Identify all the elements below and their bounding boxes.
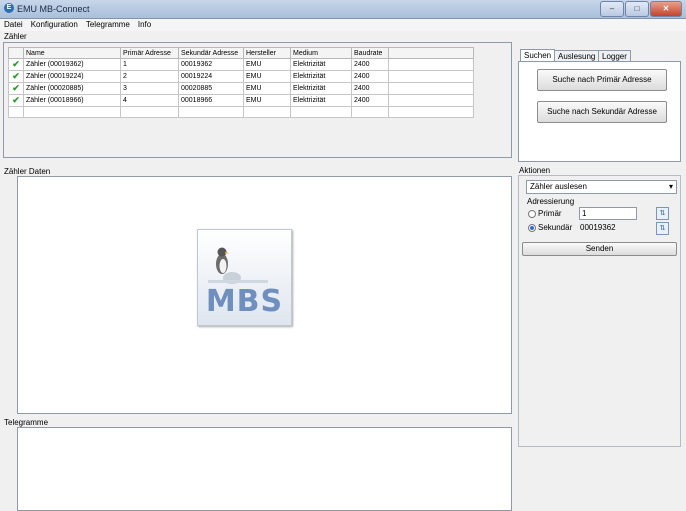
meters-table: Name Primär Adresse Sekundär Adresse Her… [8, 47, 474, 118]
close-button[interactable]: ✕ [650, 1, 682, 17]
cell-name: Zähler (00018966) [23, 94, 121, 107]
dropdown-arrow-icon: ▾ [668, 182, 673, 191]
mbs-logo: MBS [197, 229, 292, 326]
cell-medium: Elektrizität [290, 82, 352, 95]
primary-address-field[interactable]: 1 [579, 207, 637, 220]
meters-panel: Name Primär Adresse Sekundär Adresse Her… [3, 42, 512, 158]
table-row-empty[interactable] [8, 106, 474, 118]
column-header-baudrate[interactable]: Baudrate [351, 47, 389, 59]
menu-info[interactable]: Info [134, 19, 155, 31]
cell-secondary-address: 00020885 [178, 82, 244, 95]
cell-medium: Elektrizität [290, 58, 352, 71]
menu-datei[interactable]: Datei [0, 19, 27, 31]
menu-telegramme[interactable]: Telegramme [82, 19, 134, 31]
secondary-address-value: 00019362 [580, 223, 616, 232]
cell-empty [388, 58, 474, 71]
radio-secondary-label: Sekundär [538, 223, 573, 232]
menu-konfiguration[interactable]: Konfiguration [27, 19, 82, 31]
radio-primary-label: Primär [538, 209, 562, 218]
cell-manufacturer: EMU [243, 94, 291, 107]
search-secondary-address-button[interactable]: Suche nach Sekundär Adresse [537, 101, 667, 123]
mbs-logo-text: MBS [205, 284, 284, 319]
title-bar: E EMU MB-Connect – □ ✕ [0, 0, 686, 19]
meter-data-label: Zähler Daten [4, 167, 51, 176]
app-icon: E [4, 3, 14, 13]
cell-manufacturer: EMU [243, 58, 291, 71]
cell-baudrate: 2400 [351, 82, 389, 95]
cell-primary-address: 1 [120, 58, 179, 71]
table-header-row: Name Primär Adresse Sekundär Adresse Her… [8, 47, 474, 59]
addressing-label: Adressierung [527, 197, 575, 206]
send-button[interactable]: Senden [522, 242, 677, 256]
cell-primary-address: 2 [120, 70, 179, 83]
minimize-button[interactable]: – [600, 1, 624, 17]
cell-empty [388, 82, 474, 95]
table-row[interactable]: ✔ Zähler (00019362) 1 00019362 EMU Elekt… [8, 58, 474, 71]
checkmark-icon: ✔ [8, 58, 24, 71]
table-row[interactable]: ✔ Zähler (00018966) 4 00018966 EMU Elekt… [8, 94, 474, 107]
cell-primary-address: 4 [120, 94, 179, 107]
cell-medium: Elektrizität [290, 94, 352, 107]
actions-label: Aktionen [519, 166, 551, 175]
column-header-name[interactable]: Name [23, 47, 121, 59]
cell-medium: Elektrizität [290, 70, 352, 83]
column-header-secondary-address[interactable]: Sekundär Adresse [178, 47, 244, 59]
search-panel: Suche nach Primär Adresse Suche nach Sek… [518, 61, 681, 162]
cell-empty [388, 94, 474, 107]
cell-secondary-address: 00019362 [178, 58, 244, 71]
menu-bar: Datei Konfiguration Telegramme Info [0, 19, 686, 31]
primary-spin-icon[interactable]: ⇅ [656, 207, 669, 220]
maximize-button[interactable]: □ [625, 1, 649, 17]
cell-secondary-address: 00018966 [178, 94, 244, 107]
column-header-primary-address[interactable]: Primär Adresse [120, 47, 179, 59]
cell-primary-address: 3 [120, 82, 179, 95]
cell-manufacturer: EMU [243, 70, 291, 83]
checkmark-icon: ✔ [8, 70, 24, 83]
telegrams-label: Telegramme [4, 418, 49, 427]
column-header-manufacturer[interactable]: Hersteller [243, 47, 291, 59]
search-primary-address-button[interactable]: Suche nach Primär Adresse [537, 69, 667, 91]
table-row[interactable]: ✔ Zähler (00019224) 2 00019224 EMU Elekt… [8, 70, 474, 83]
cell-empty [388, 70, 474, 83]
radio-secondary[interactable] [528, 224, 536, 232]
table-row[interactable]: ✔ Zähler (00020885) 3 00020885 EMU Elekt… [8, 82, 474, 95]
cell-baudrate: 2400 [351, 94, 389, 107]
column-header-medium[interactable]: Medium [290, 47, 352, 59]
cell-secondary-address: 00019224 [178, 70, 244, 83]
meters-group-label: Zähler [4, 32, 27, 41]
check-column-header [8, 47, 24, 59]
cell-baudrate: 2400 [351, 58, 389, 71]
window-title: EMU MB-Connect [17, 4, 90, 14]
cell-manufacturer: EMU [243, 82, 291, 95]
cell-name: Zähler (00020885) [23, 82, 121, 95]
action-select[interactable]: Zähler auslesen ▾ [526, 180, 677, 194]
action-select-value: Zähler auslesen [530, 182, 587, 191]
cell-name: Zähler (00019362) [23, 58, 121, 71]
actions-panel: Zähler auslesen ▾ Adressierung Primär 1 … [518, 175, 681, 447]
checkmark-icon: ✔ [8, 94, 24, 107]
empty-column-header [388, 47, 474, 59]
telegrams-panel [17, 427, 512, 511]
secondary-spin-icon[interactable]: ⇅ [656, 222, 669, 235]
radio-primary[interactable] [528, 210, 536, 218]
cell-baudrate: 2400 [351, 70, 389, 83]
checkmark-icon: ✔ [8, 82, 24, 95]
cell-name: Zähler (00019224) [23, 70, 121, 83]
